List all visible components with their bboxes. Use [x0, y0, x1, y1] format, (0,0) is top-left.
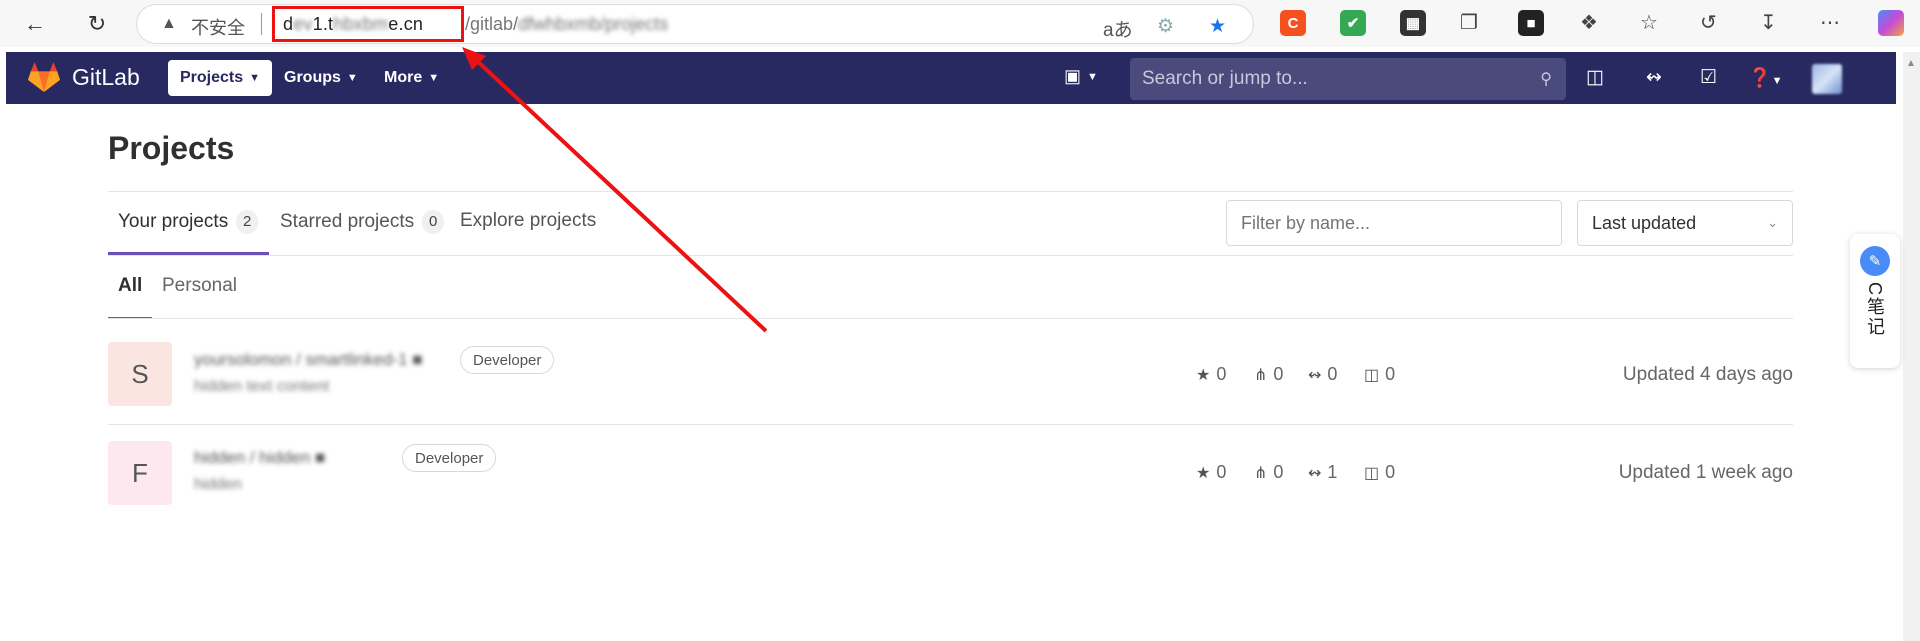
favorites-icon[interactable]: ☆ — [1640, 10, 1658, 35]
chevron-down-icon: ▼ — [346, 72, 358, 84]
projects-menu-button[interactable]: Projects ▼ — [168, 60, 273, 96]
divider — [108, 255, 1793, 256]
issues-icon[interactable]: ◫ — [1586, 66, 1604, 89]
address-bar[interactable]: ▲ 不安全 dev1.thbxbme.cn /gitlab/dfwhbxmb/p… — [136, 4, 1254, 44]
tab-explore-projects[interactable]: Explore projects — [460, 210, 596, 232]
updated-timestamp: Updated 4 days ago — [1622, 364, 1793, 385]
warning-icon: ▲ — [161, 15, 177, 32]
merge-request-icon: ↭ — [1308, 366, 1322, 384]
chevron-down-icon: ⌄ — [1767, 215, 1778, 230]
project-name-redacted[interactable]: yoursolomon / smartlinked-1 ■ — [194, 350, 423, 370]
subtab-all[interactable]: All — [118, 275, 142, 297]
tab-your-projects[interactable]: Your projects 2 — [118, 210, 259, 234]
divider — [108, 318, 1793, 319]
collections-icon[interactable]: ❐ — [1460, 10, 1478, 35]
project-name-redacted[interactable]: hidden / hidden ■ — [194, 448, 325, 468]
forks-count[interactable]: ⋔ 0 — [1254, 364, 1283, 385]
plus-square-icon: ▣ — [1064, 66, 1082, 86]
merge-requests-count[interactable]: ↭ 0 — [1308, 364, 1337, 385]
notes-side-widget[interactable]: ✎ C笔记 — [1850, 234, 1900, 368]
edge-icon[interactable]: ⚙ — [1157, 15, 1174, 38]
extension-mask-icon[interactable]: ■ — [1518, 10, 1544, 36]
star-icon: ★ — [1196, 464, 1211, 482]
favorite-star-icon[interactable]: ★ — [1209, 15, 1226, 38]
stars-count[interactable]: ★ 0 — [1196, 462, 1226, 483]
role-badge: Developer — [460, 346, 555, 374]
chevron-down-icon: ▼ — [249, 72, 261, 84]
issues-icon: ◫ — [1364, 464, 1380, 482]
issues-count[interactable]: ◫ 0 — [1364, 364, 1395, 385]
star-icon: ★ — [1196, 366, 1211, 384]
gitlab-navbar: GitLab Projects ▼ Groups ▼ More ▼ ▣ ▼ Search… — [6, 52, 1896, 104]
sort-dropdown[interactable]: Last updated ⌄ — [1577, 200, 1793, 246]
chevron-down-icon: ▼ — [1087, 70, 1098, 83]
todo-icon[interactable]: ☑ — [1700, 66, 1717, 89]
tab-starred-projects[interactable]: Starred projects 0 — [280, 210, 445, 234]
role-badge: Developer — [402, 444, 497, 472]
updated-timestamp: Updated 1 week ago — [1618, 462, 1793, 483]
extension-grid-icon[interactable]: ▦ — [1400, 10, 1426, 36]
subtab-personal[interactable]: Personal — [162, 275, 237, 297]
url-path: /gitlab/dfwhbxmb/projects — [465, 14, 669, 34]
new-item-dropdown[interactable]: ▣ ▼ — [1064, 66, 1098, 87]
extension-shield-icon[interactable]: ✔ — [1340, 10, 1366, 36]
page-title: Projects — [108, 130, 235, 166]
refresh-icon[interactable]: ↻ — [82, 9, 112, 39]
help-icon[interactable]: ❓▼ — [1748, 66, 1783, 90]
stars-count[interactable]: ★ 0 — [1196, 364, 1226, 385]
translate-icon[interactable]: aあ — [1103, 15, 1133, 42]
project-avatar[interactable]: S — [108, 342, 172, 406]
gitlab-brand[interactable]: GitLab — [72, 64, 140, 91]
scrollbar[interactable] — [1903, 52, 1920, 641]
merge-request-icon[interactable]: ↭ — [1646, 66, 1662, 89]
browser-toolbar: ← ↻ ▲ 不安全 dev1.thbxbme.cn /gitlab/dfwhbx… — [0, 0, 1920, 47]
notes-icon: ✎ — [1860, 246, 1890, 276]
fork-icon: ⋔ — [1254, 464, 1268, 482]
issues-icon: ◫ — [1364, 366, 1380, 384]
divider — [261, 13, 262, 35]
back-icon[interactable]: ← — [20, 9, 50, 39]
extension-c-icon[interactable]: C — [1280, 10, 1306, 36]
gitlab-logo-icon[interactable] — [27, 61, 61, 93]
history-icon[interactable]: ↺ — [1700, 10, 1717, 35]
count-badge: 2 — [236, 210, 259, 234]
notes-label: C笔记 — [1865, 282, 1885, 337]
more-options-icon[interactable]: ⋯ — [1820, 10, 1840, 35]
groups-menu-button[interactable]: Groups ▼ — [272, 60, 370, 96]
copilot-icon[interactable] — [1878, 10, 1904, 36]
chevron-down-icon: ▼ — [428, 72, 440, 84]
forks-count[interactable]: ⋔ 0 — [1254, 462, 1283, 483]
project-description-redacted: hidden — [194, 476, 243, 493]
project-avatar[interactable]: F — [108, 441, 172, 505]
extensions-puzzle-icon[interactable]: ❖ — [1580, 10, 1598, 35]
download-icon[interactable]: ↧ — [1760, 10, 1777, 35]
divider — [108, 424, 1793, 425]
count-badge: 0 — [422, 210, 445, 234]
filter-by-name-input[interactable] — [1226, 200, 1562, 246]
insecure-label: 不安全 — [191, 18, 245, 38]
user-avatar[interactable] — [1812, 64, 1842, 94]
scroll-up-icon[interactable]: ▲ — [1906, 58, 1916, 69]
project-description-redacted: hidden text content — [194, 378, 330, 395]
fork-icon: ⋔ — [1254, 366, 1268, 384]
url-host: dev1.thbxbme.cn — [283, 14, 424, 34]
issues-count[interactable]: ◫ 0 — [1364, 462, 1395, 483]
merge-requests-count[interactable]: ↭ 1 — [1308, 462, 1337, 483]
merge-request-icon: ↭ — [1308, 464, 1322, 482]
search-icon: ⚲ — [1540, 71, 1552, 88]
more-menu-button[interactable]: More ▼ — [372, 60, 451, 96]
divider — [108, 191, 1793, 192]
search-input[interactable]: Search or jump to... ⚲ — [1130, 58, 1566, 100]
